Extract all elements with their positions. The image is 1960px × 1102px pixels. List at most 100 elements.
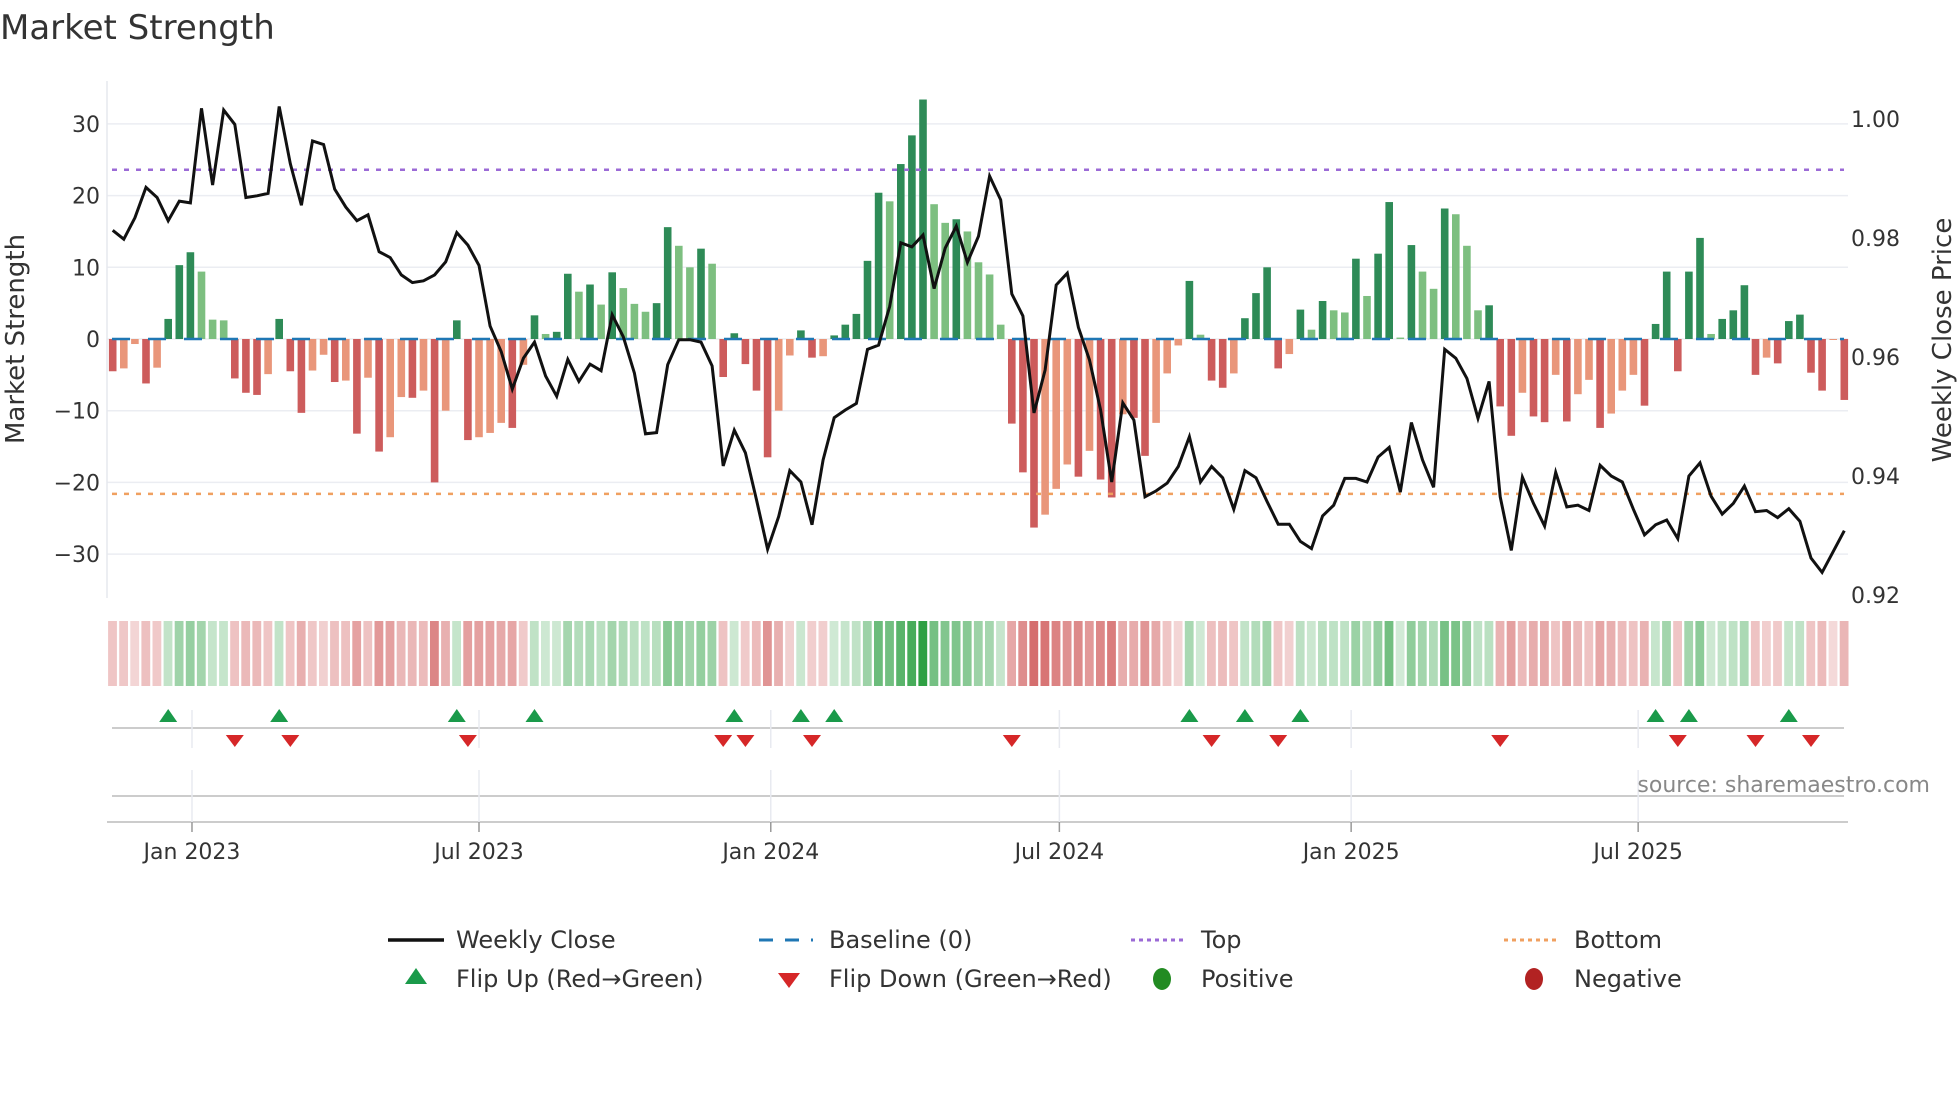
positive-bar (630, 303, 639, 339)
positive-bar (863, 260, 872, 339)
legend-item-weekly-close[interactable]: Weekly Close (388, 926, 616, 954)
flip-up-marker (1679, 709, 1698, 722)
heat-cell (985, 621, 994, 686)
circle-red-icon (1525, 968, 1543, 990)
positive-bar (1252, 293, 1260, 339)
negative-bar (475, 339, 483, 438)
flip-down-marker (281, 735, 300, 747)
heat-cell (1784, 621, 1793, 686)
negative-bar (1840, 339, 1849, 400)
negative-bar (1163, 339, 1171, 374)
negative-bar (763, 339, 772, 458)
legend-item-positive[interactable]: Positive (1153, 965, 1294, 993)
negative-bar (1174, 339, 1183, 346)
negative-bar (131, 339, 139, 345)
heat-cell (874, 621, 883, 686)
negative-bar (1285, 339, 1294, 355)
legend-item-top[interactable]: Top (1131, 926, 1242, 954)
heat-cell (652, 621, 661, 686)
heat-cell (1406, 621, 1416, 686)
negative-bar (242, 339, 250, 393)
negative-bar (397, 339, 406, 398)
positive-bar (919, 99, 927, 339)
heat-cell (1695, 621, 1705, 686)
heat-cell (1551, 621, 1560, 686)
heat-cell (1595, 621, 1605, 686)
heat-cell (918, 621, 928, 686)
heat-cell (1728, 621, 1738, 686)
positive-bar (453, 320, 461, 339)
heat-cell (1540, 621, 1549, 686)
positive-bar (852, 313, 861, 339)
heat-cell (663, 621, 672, 686)
legend-item-bottom[interactable]: Bottom (1504, 926, 1662, 954)
heat-cell (1806, 621, 1816, 686)
heat-cell (330, 621, 339, 686)
negative-bar (1773, 339, 1782, 364)
heat-cell (896, 621, 905, 686)
flip-down-marker (714, 735, 733, 747)
positive-bar (908, 135, 916, 339)
triangle-up-icon (405, 968, 427, 984)
heat-cell (396, 621, 406, 686)
heat-cell (851, 621, 861, 686)
negative-bar (430, 339, 439, 483)
negative-bar (1563, 339, 1571, 422)
x-tick-label: Jan 2024 (720, 840, 819, 865)
heat-cell (252, 621, 262, 686)
positive-bar (974, 262, 983, 339)
heat-cell (363, 621, 373, 686)
negative-bar (120, 339, 128, 369)
positive-bar (219, 320, 228, 339)
heat-cell (1795, 621, 1805, 686)
heat-cell (796, 621, 806, 686)
positive-bar (1185, 280, 1194, 339)
legend-item-baseline[interactable]: Baseline (0) (759, 926, 972, 954)
negative-bar (264, 339, 272, 375)
positive-bar (175, 265, 184, 339)
positive-bar (1385, 202, 1393, 339)
negative-bar (1596, 339, 1604, 428)
heat-cell (1329, 621, 1338, 686)
heat-cell (774, 621, 783, 686)
flip-down-marker (1802, 735, 1820, 747)
heat-cell (618, 621, 628, 686)
positive-bar (1485, 305, 1493, 339)
positive-bar (208, 319, 217, 339)
heat-cell (174, 621, 184, 686)
y-axis-label: Market Strength (1, 234, 31, 444)
heat-cell (1462, 621, 1472, 686)
heat-cell (1151, 621, 1161, 686)
positive-bar (1318, 300, 1327, 339)
negative-bar (752, 339, 761, 391)
negative-bar (774, 339, 783, 411)
heat-cell (1118, 621, 1127, 686)
negative-bar (1230, 339, 1238, 374)
legend-item-negative[interactable]: Negative (1525, 965, 1682, 993)
negative-bar (1274, 339, 1282, 369)
y2-tick-label: 0.96 (1851, 346, 1900, 371)
heat-cell (1651, 621, 1660, 686)
heat-cell (785, 621, 794, 686)
legend-item-flip-up[interactable]: Flip Up (Red→Green) (405, 965, 704, 993)
heat-cell (1417, 621, 1427, 686)
negative-bar (308, 339, 317, 371)
positive-bar (1396, 337, 1405, 339)
heat-cell (629, 621, 639, 686)
heat-cell (1762, 621, 1771, 686)
flip-down-marker (458, 735, 477, 747)
heat-cell (219, 621, 228, 686)
heat-cell (563, 621, 572, 686)
flip-down-marker (1746, 735, 1765, 747)
negative-bar (1152, 339, 1160, 423)
legend-item-flip-down[interactable]: Flip Down (Green→Red) (778, 965, 1112, 993)
heat-cell (1662, 621, 1671, 686)
heat-cell (418, 621, 428, 686)
heat-cell (407, 621, 417, 686)
y2-tick-label: 1.00 (1851, 108, 1900, 133)
x-tick-label: Jul 2024 (1013, 840, 1105, 865)
positive-bar (708, 263, 716, 339)
heat-cell (1073, 621, 1083, 686)
x-tick-label: Jul 2023 (432, 840, 524, 865)
flip-up-marker (159, 709, 178, 722)
